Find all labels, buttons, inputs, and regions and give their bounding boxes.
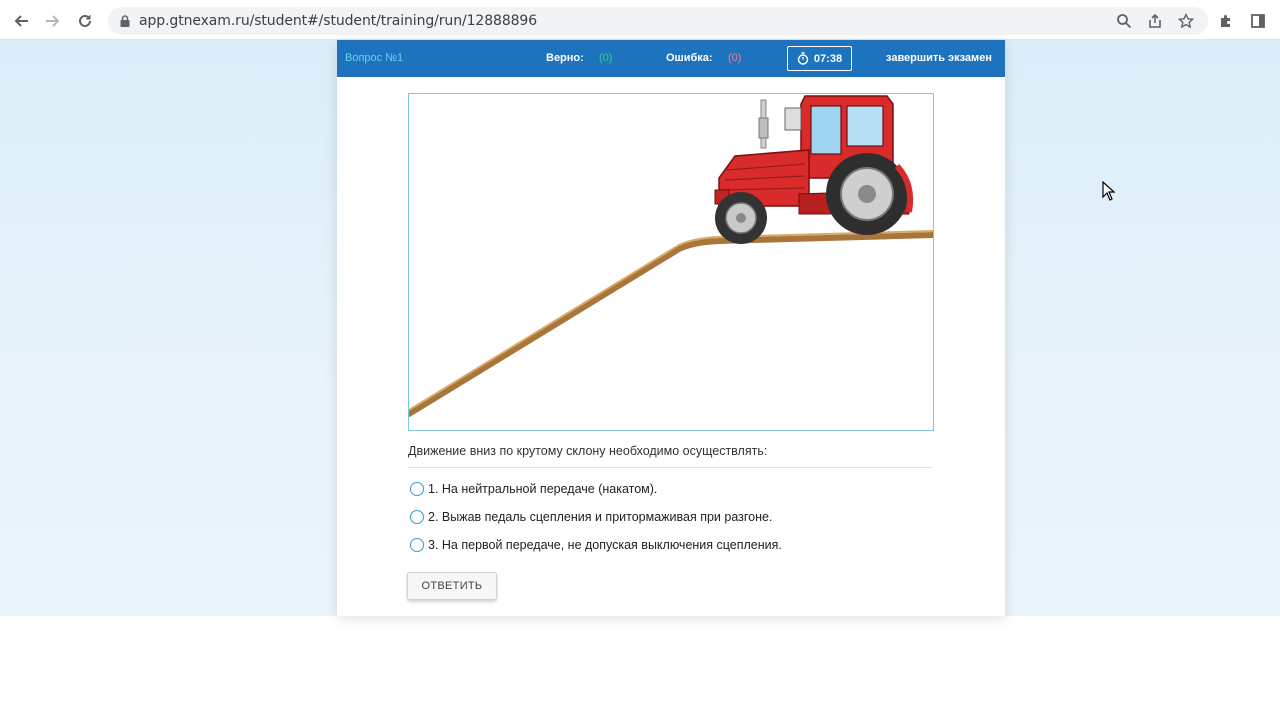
browser-toolbar: app.gtnexam.ru/student#/student/training… (0, 0, 1280, 40)
bookmark-star-icon[interactable] (1178, 13, 1194, 29)
answer-option-1[interactable]: 1. На нейтральной передаче (накатом). (410, 481, 657, 497)
tractor-on-slope-icon (409, 95, 933, 417)
question-text: Движение вниз по крутому склону необходи… (408, 444, 933, 468)
back-icon[interactable] (10, 10, 32, 32)
address-url[interactable]: app.gtnexam.ru/student#/student/training… (139, 13, 537, 29)
radio-button[interactable] (410, 482, 424, 496)
radio-button[interactable] (410, 538, 424, 552)
extensions-icon[interactable] (1215, 10, 1237, 32)
side-panel-icon[interactable] (1247, 10, 1269, 32)
exam-status-bar: Вопрос №1 Верно: (0) Ошибка: (0) 07:38 з… (337, 40, 1005, 77)
zoom-icon[interactable] (1116, 13, 1132, 29)
page-footer-area (0, 616, 1280, 720)
option-label: 1. На нейтральной передаче (накатом). (428, 482, 658, 496)
mouse-cursor-icon (1102, 181, 1116, 201)
correct-count: (0) (599, 52, 613, 64)
exam-panel: Вопрос №1 Верно: (0) Ошибка: (0) 07:38 з… (337, 40, 1005, 616)
submit-answer-button[interactable]: ОТВЕТИТЬ (407, 572, 497, 600)
lock-icon (120, 15, 130, 27)
timer: 07:38 (787, 46, 852, 71)
timer-value: 07:38 (813, 52, 843, 65)
correct-label: Верно: (546, 52, 584, 64)
stopwatch-icon (797, 52, 809, 65)
radio-button[interactable] (410, 510, 424, 524)
reload-icon[interactable] (74, 10, 96, 32)
question-number: Вопрос №1 (345, 52, 404, 64)
error-count: (0) (728, 52, 742, 64)
address-bar[interactable]: app.gtnexam.ru/student#/student/training… (108, 7, 1208, 35)
finish-exam-button[interactable]: завершить экзамен (886, 52, 992, 64)
forward-icon[interactable] (42, 10, 64, 32)
share-icon[interactable] (1147, 13, 1163, 29)
answer-option-2[interactable]: 2. Выжав педаль сцепления и притормажива… (410, 509, 772, 525)
answer-option-3[interactable]: 3. На первой передаче, не допуская выклю… (410, 537, 782, 553)
option-label: 3. На первой передаче, не допуская выклю… (428, 538, 782, 552)
question-image (408, 93, 934, 431)
tractor-icon (714, 95, 914, 244)
error-label: Ошибка: (666, 52, 713, 64)
option-label: 2. Выжав педаль сцепления и притормажива… (428, 510, 773, 524)
